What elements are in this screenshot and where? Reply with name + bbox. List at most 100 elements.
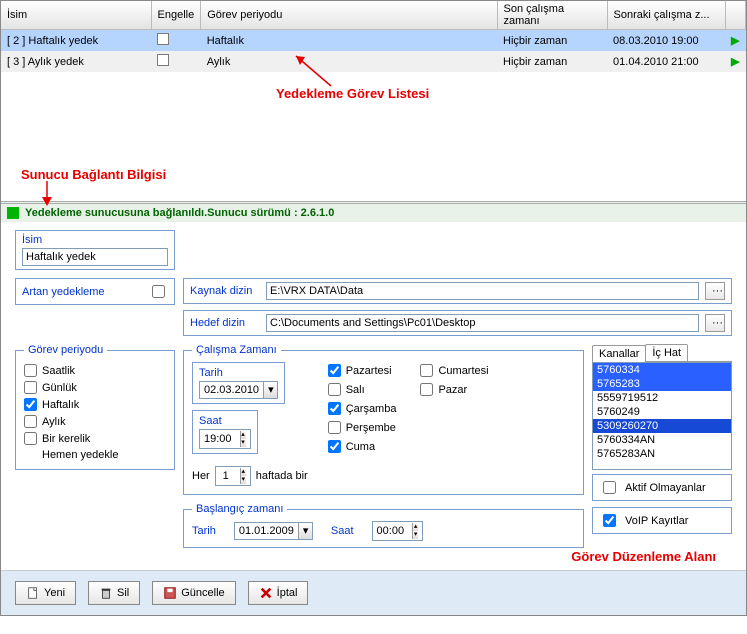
- annotation-edit: Görev Düzenleme Alanı: [571, 549, 716, 564]
- spin-up-icon[interactable]: ▴: [240, 468, 246, 476]
- daily-label: Günlük: [42, 382, 77, 394]
- day-wed-checkbox[interactable]: [328, 402, 341, 415]
- voip-checkbox[interactable]: [603, 514, 616, 527]
- weekly-label: Haftalık: [42, 399, 79, 411]
- cell-last: Hiçbir zaman: [497, 30, 607, 52]
- list-item[interactable]: 5559719512: [593, 391, 731, 405]
- delete-button[interactable]: Sil: [88, 581, 140, 605]
- start-time-picker[interactable]: 00:00 ▴▾: [372, 521, 424, 541]
- start-time-group: Başlangıç zamanı Tarih 01.01.2009 ▾ Saat…: [183, 503, 584, 548]
- update-button[interactable]: Güncelle: [152, 581, 235, 605]
- incremental-checkbox[interactable]: [152, 285, 165, 298]
- status-bar: Yedekleme sunucusuna bağlanıldı.Sunucu s…: [1, 201, 746, 222]
- day-tue-checkbox[interactable]: [328, 383, 341, 396]
- col-last[interactable]: Son çalışma zamanı: [497, 1, 607, 30]
- cancel-button[interactable]: İptal: [248, 581, 309, 605]
- table-row[interactable]: [ 2 ] Haftalık yedek Haftalık Hiçbir zam…: [1, 30, 746, 52]
- time-picker[interactable]: 19:00 ▴▾: [199, 429, 251, 449]
- col-run: [725, 1, 745, 30]
- chevron-down-icon[interactable]: ▾: [263, 382, 277, 398]
- day-fri-checkbox[interactable]: [328, 440, 341, 453]
- day-sun-label: Pazar: [438, 384, 467, 396]
- time-label: Saat: [199, 415, 251, 427]
- hourly-checkbox[interactable]: [24, 364, 37, 377]
- day-tue-label: Salı: [346, 384, 365, 396]
- list-item[interactable]: 5765283: [593, 377, 731, 391]
- annotation-list: Yedekleme Görev Listesi: [276, 86, 429, 101]
- once-checkbox[interactable]: [24, 432, 37, 445]
- list-item[interactable]: 5760334AN: [593, 433, 731, 447]
- every-value: 1: [216, 469, 236, 483]
- cell-name: [ 2 ] Haftalık yedek: [1, 30, 151, 52]
- spin-up-icon[interactable]: ▴: [240, 431, 246, 439]
- day-sun-checkbox[interactable]: [420, 383, 433, 396]
- col-name[interactable]: İsim: [1, 1, 151, 30]
- weekly-checkbox[interactable]: [24, 398, 37, 411]
- annotation-conn: Sunucu Bağlantı Bilgisi: [21, 167, 166, 182]
- start-date-picker[interactable]: 01.01.2009 ▾: [234, 522, 313, 540]
- time-value: 19:00: [200, 432, 236, 446]
- cell-disable[interactable]: [151, 51, 201, 72]
- name-label: İsim: [22, 234, 168, 246]
- cell-next: 01.04.2010 21:00: [607, 51, 725, 72]
- once-label: Bir kerelik: [42, 433, 90, 445]
- trash-icon: [99, 586, 113, 600]
- run-icon[interactable]: ▶: [725, 30, 745, 52]
- col-period[interactable]: Görev periyodu: [201, 1, 497, 30]
- table-row[interactable]: [ 3 ] Aylık yedek Aylık Hiçbir zaman 01.…: [1, 51, 746, 72]
- spin-down-icon[interactable]: ▾: [412, 531, 418, 539]
- list-item[interactable]: 5760334: [593, 363, 731, 377]
- cell-name: [ 3 ] Aylık yedek: [1, 51, 151, 72]
- col-next[interactable]: Sonraki çalışma z...: [607, 1, 725, 30]
- start-time-value: 00:00: [373, 524, 409, 538]
- chevron-down-icon[interactable]: ▾: [298, 523, 312, 539]
- backup-now-label[interactable]: Hemen yedekle: [42, 449, 118, 461]
- day-sat-checkbox[interactable]: [420, 364, 433, 377]
- task-list[interactable]: İsim Engelle Görev periyodu Son çalışma …: [1, 1, 746, 72]
- browse-source-button[interactable]: ···: [705, 282, 725, 300]
- day-mon-label: Pazartesi: [346, 365, 392, 377]
- cell-period: Aylık: [201, 51, 497, 72]
- date-label: Tarih: [199, 367, 278, 379]
- monthly-label: Aylık: [42, 416, 66, 428]
- channel-list[interactable]: 5760334 5765283 5559719512 5760249 53092…: [592, 362, 732, 470]
- period-group: Görev periyodu Saatlik Günlük Haftalık A…: [15, 344, 175, 470]
- cell-disable[interactable]: [151, 30, 201, 52]
- run-icon[interactable]: ▶: [725, 51, 745, 72]
- tab-internal[interactable]: İç Hat: [645, 344, 688, 361]
- browse-target-button[interactable]: ···: [705, 314, 725, 332]
- annotation-arrow: [291, 51, 341, 91]
- inactive-checkbox[interactable]: [603, 481, 616, 494]
- every-stepper[interactable]: 1 ▴▾: [215, 466, 251, 486]
- day-sat-label: Cumartesi: [438, 365, 488, 377]
- list-item[interactable]: 5309260270: [593, 419, 731, 433]
- weeks-label: haftada bir: [256, 470, 308, 482]
- new-button[interactable]: Yeni: [15, 581, 76, 605]
- date-picker[interactable]: 02.03.2010 ▾: [199, 381, 278, 399]
- start-date-label: Tarih: [192, 525, 216, 537]
- source-dir-input[interactable]: [266, 282, 699, 300]
- task-name-input[interactable]: [22, 248, 168, 266]
- delete-button-label: Sil: [117, 587, 129, 599]
- list-item[interactable]: 5765283AN: [593, 447, 731, 461]
- cell-period: Haftalık: [201, 30, 497, 52]
- target-label: Hedef dizin: [190, 317, 260, 329]
- target-dir-input[interactable]: [266, 314, 699, 332]
- spin-up-icon[interactable]: ▴: [412, 523, 418, 531]
- daily-checkbox[interactable]: [24, 381, 37, 394]
- day-thu-checkbox[interactable]: [328, 421, 341, 434]
- col-disable[interactable]: Engelle: [151, 1, 201, 30]
- runtime-legend: Çalışma Zamanı: [192, 344, 281, 356]
- spin-down-icon[interactable]: ▾: [240, 476, 246, 484]
- inactive-label: Aktif Olmayanlar: [625, 482, 706, 494]
- tab-channels[interactable]: Kanallar: [592, 345, 646, 362]
- list-item[interactable]: 5760249: [593, 405, 731, 419]
- source-label: Kaynak dizin: [190, 285, 260, 297]
- incremental-label: Artan yedekleme: [22, 286, 105, 298]
- cancel-button-label: İptal: [277, 587, 298, 599]
- monthly-checkbox[interactable]: [24, 415, 37, 428]
- annotation-arrow: [37, 181, 57, 206]
- spin-down-icon[interactable]: ▾: [240, 439, 246, 447]
- day-mon-checkbox[interactable]: [328, 364, 341, 377]
- day-thu-label: Perşembe: [346, 422, 396, 434]
